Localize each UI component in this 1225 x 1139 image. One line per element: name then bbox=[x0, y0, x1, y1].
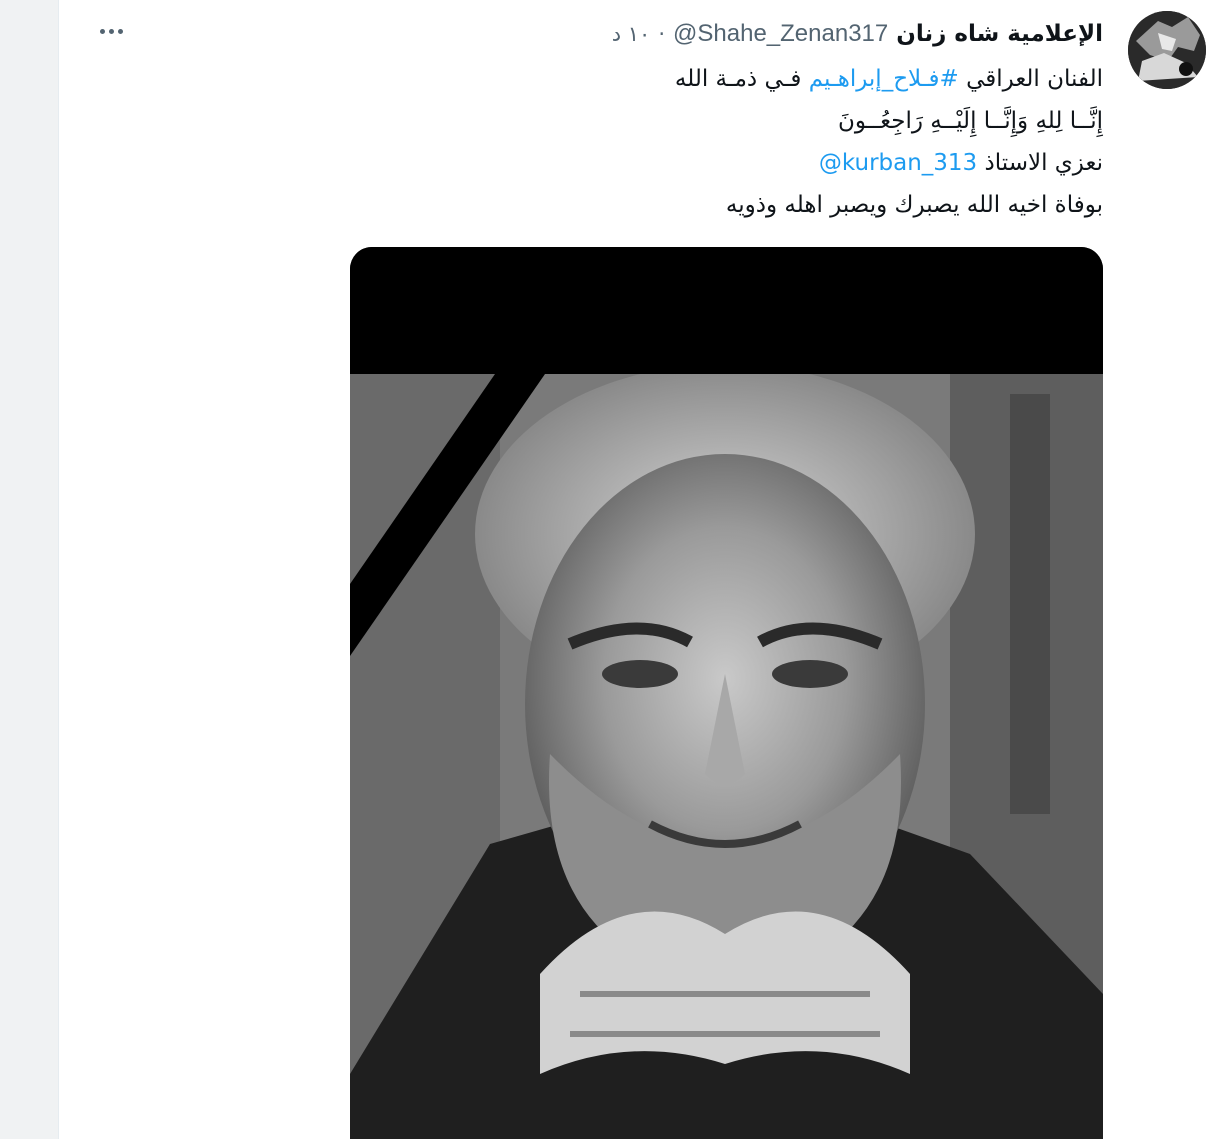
display-name[interactable]: الإعلامية شاه زنان bbox=[896, 21, 1103, 47]
tweet-timestamp[interactable]: ١٠ د bbox=[612, 22, 651, 46]
line1-text: الفنان العراقي bbox=[966, 66, 1103, 92]
line3-text: نعزي الاستاذ bbox=[984, 150, 1103, 176]
tweet-media[interactable] bbox=[350, 247, 1103, 1139]
tweet-line-4: بوفاة اخيه الله يصبرك ويصبر اهله وذويه bbox=[725, 192, 1103, 218]
tweet-line-2: إِنَّــا لِلهِ وَإِنَّــا إِلَيْــهِ رَا… bbox=[837, 108, 1103, 134]
mention-link[interactable]: @kurban_313 bbox=[819, 150, 977, 176]
tweet-line-3: نعزي الاستاذ @kurban_313 bbox=[503, 142, 1103, 184]
more-horizontal-icon bbox=[108, 28, 114, 34]
user-avatar[interactable] bbox=[1128, 11, 1206, 89]
more-horizontal-icon bbox=[99, 28, 105, 34]
memorial-photo[interactable] bbox=[350, 374, 1103, 1139]
separator: · bbox=[658, 22, 666, 46]
more-horizontal-icon bbox=[117, 28, 123, 34]
line1-tail: فـي ذمـة الله bbox=[674, 66, 802, 92]
tweet-text: الفنان العراقي #فـلاح_إبراهـيم فـي ذمـة … bbox=[503, 58, 1103, 226]
more-options-button[interactable] bbox=[94, 16, 128, 46]
tweet-line-1: الفنان العراقي #فـلاح_إبراهـيم فـي ذمـة … bbox=[503, 58, 1103, 100]
tweet-header: الإعلامية شاه زنان @Shahe_Zenan317 · ١٠ … bbox=[612, 14, 1103, 54]
user-handle[interactable]: @Shahe_Zenan317 bbox=[673, 20, 888, 48]
mourning-black-band bbox=[350, 247, 1103, 374]
hashtag-link[interactable]: #فـلاح_إبراهـيم bbox=[809, 66, 959, 92]
